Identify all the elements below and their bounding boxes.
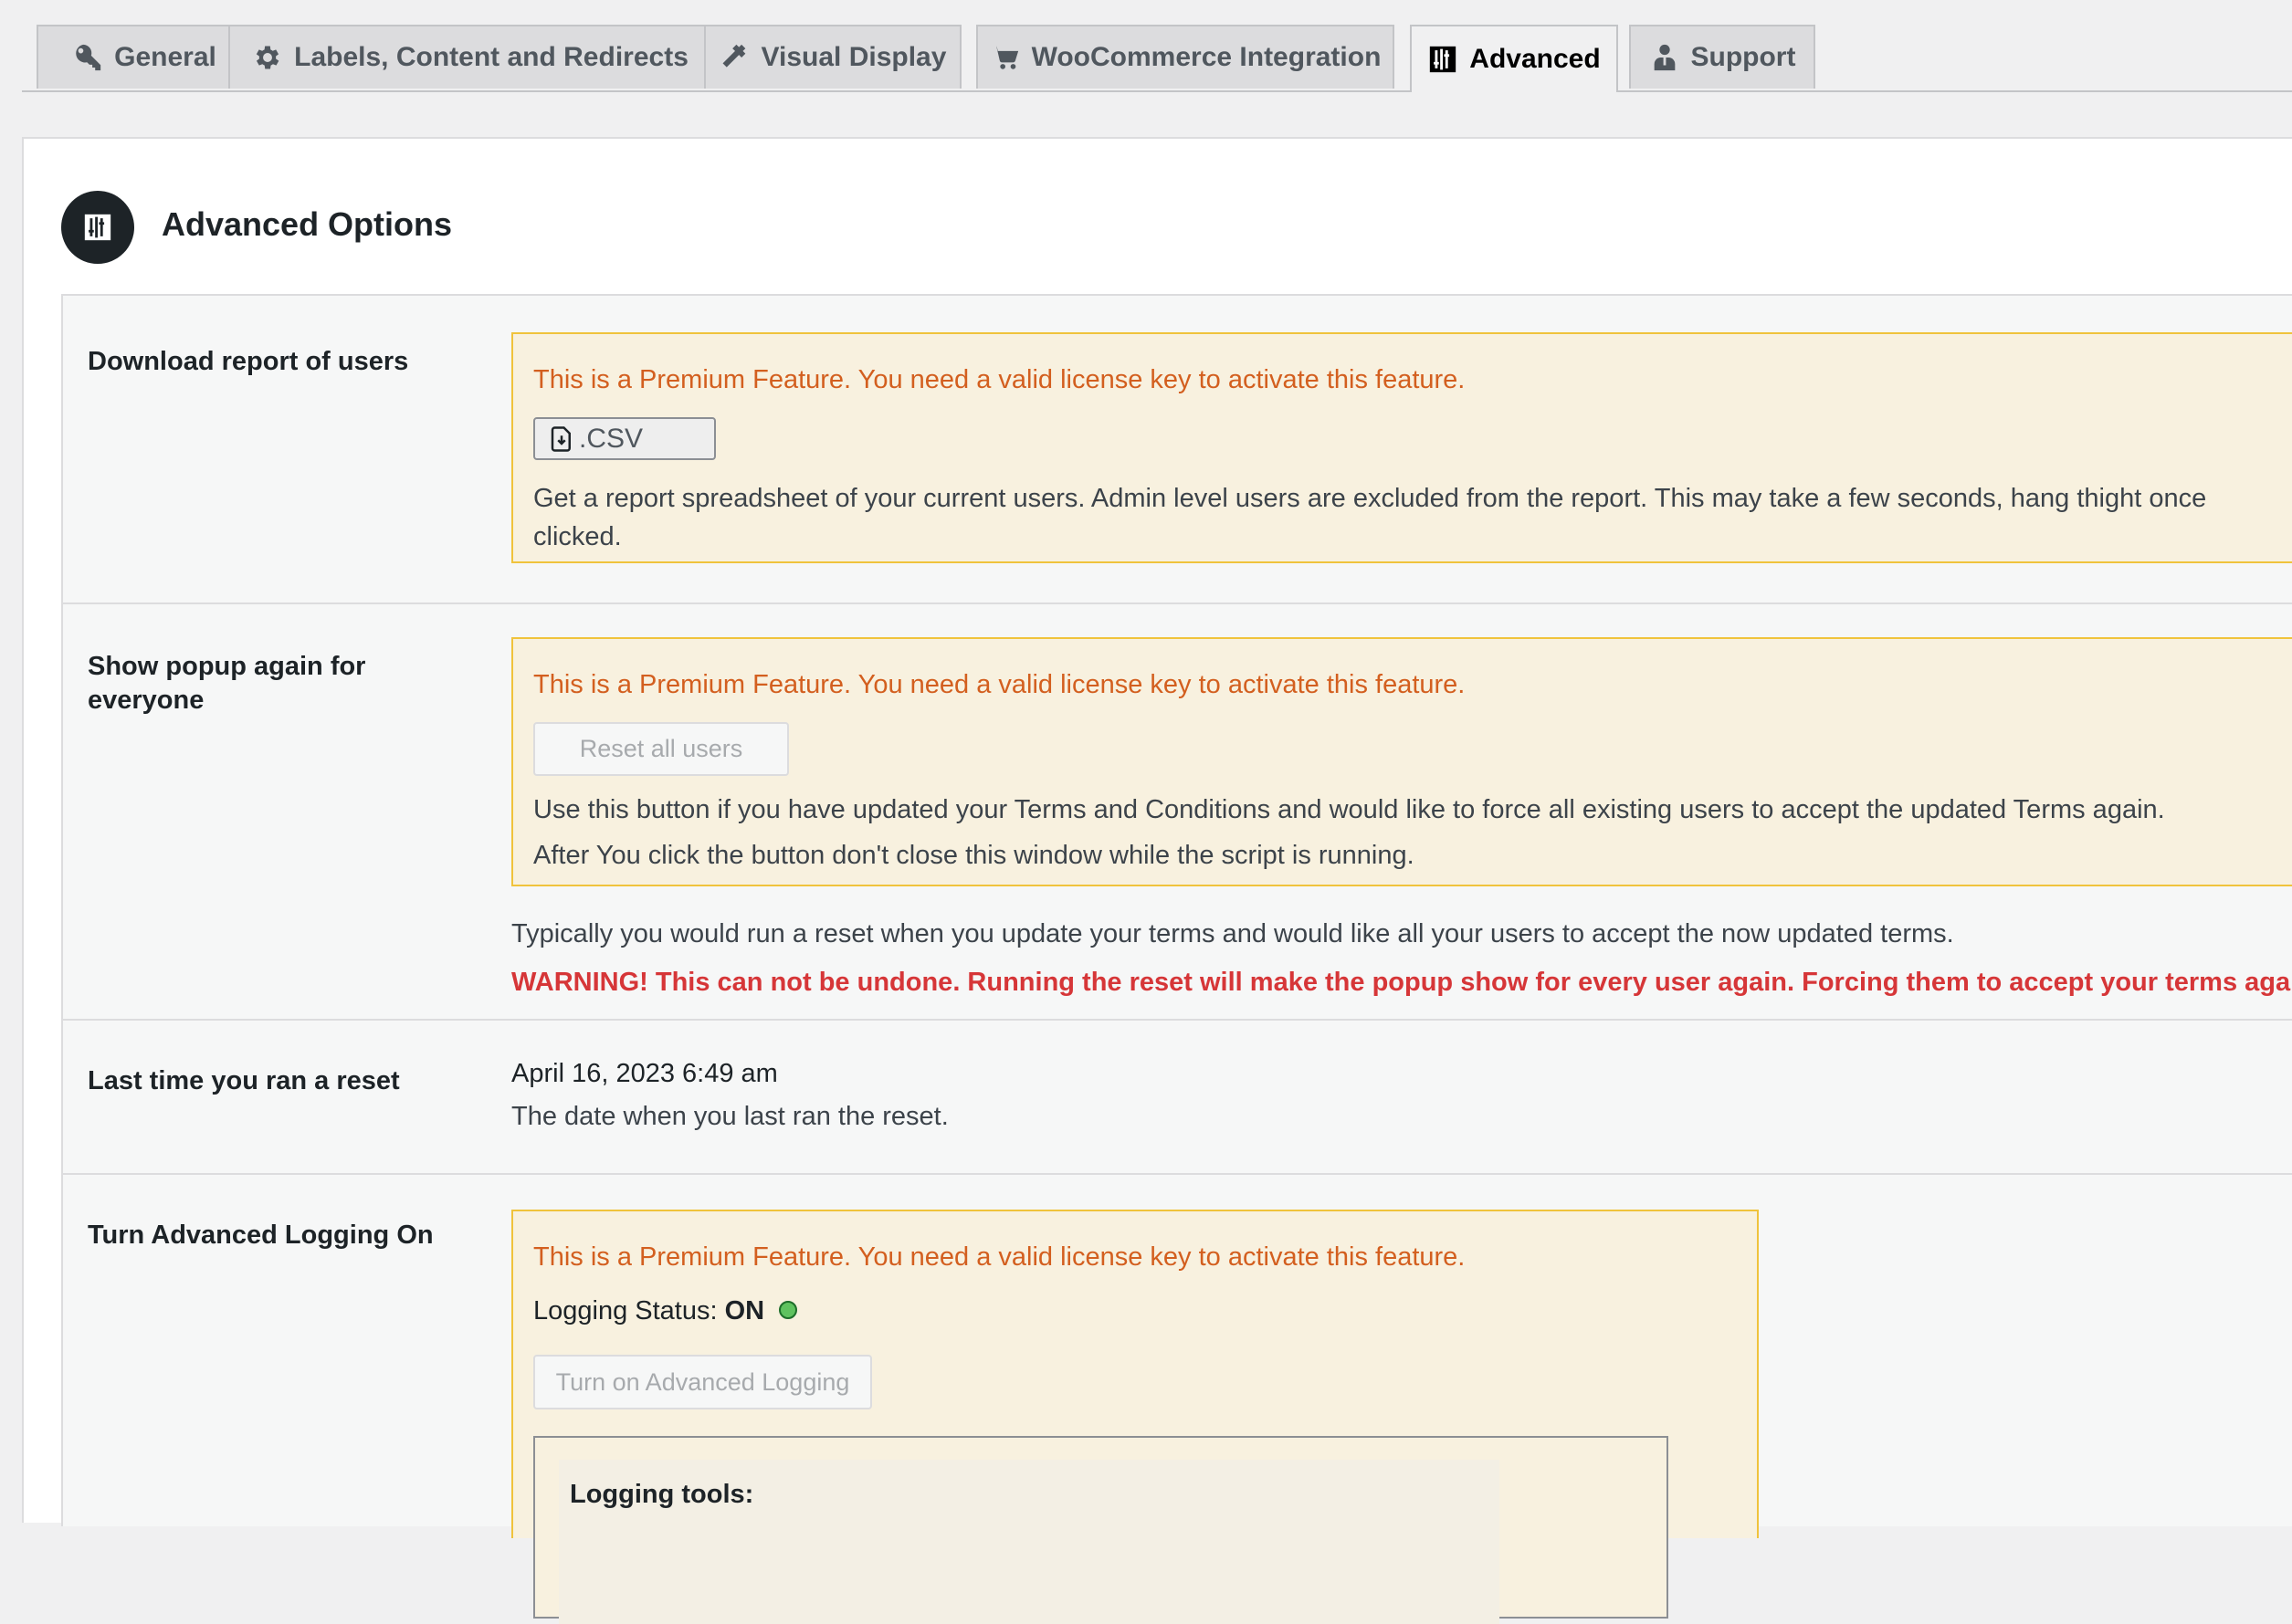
tab-label: Support <box>1690 42 1796 72</box>
last-reset-description: The date when you last ran the reset. <box>511 1102 949 1131</box>
row-show-popup: Show popup again for everyone This is a … <box>63 602 2292 1021</box>
row-label: Turn Advanced Logging On <box>88 1221 434 1250</box>
settings-form: Download report of users This is a Premi… <box>61 294 2292 1624</box>
reset-note: Typically you would run a reset when you… <box>511 919 1954 948</box>
advanced-icon <box>84 214 111 241</box>
key-icon <box>76 44 101 71</box>
premium-notice: This is a Premium Feature. You need a va… <box>511 332 2292 563</box>
reset-description-1: Use this button if you have updated your… <box>533 795 2165 824</box>
advanced-icon <box>1430 46 1456 73</box>
row-label: Show popup again for everyone <box>88 652 366 715</box>
premium-message: This is a Premium Feature. You need a va… <box>533 365 1466 394</box>
tab-woocommerce-integration[interactable]: WooCommerce Integration <box>976 25 1394 89</box>
logging-status-value: ON <box>724 1296 765 1325</box>
tab-advanced[interactable]: Advanced <box>1410 25 1618 92</box>
hammer-icon <box>722 44 745 68</box>
tab-labels-content-redirects[interactable]: Labels, Content and Redirects <box>228 25 712 89</box>
tab-visual-display[interactable]: Visual Display <box>704 25 962 89</box>
tab-label: WooCommerce Integration <box>1031 42 1382 72</box>
turn-on-logging-button[interactable]: Turn on Advanced Logging <box>533 1355 872 1409</box>
button-label: .CSV <box>579 423 644 454</box>
page-title: Advanced Options <box>162 205 453 243</box>
reset-warning: WARNING! This can not be undone. Running… <box>511 968 2292 997</box>
download-report-description: Get a report spreadsheet of your current… <box>533 484 2207 551</box>
reset-description-2: After You click the button don't close t… <box>533 841 1414 870</box>
premium-message: This is a Premium Feature. You need a va… <box>533 1242 1466 1272</box>
logging-status: Logging Status: ON <box>533 1294 798 1327</box>
gear-icon <box>256 46 279 69</box>
reset-all-users-button[interactable]: Reset all users <box>533 722 789 776</box>
advanced-options-icon <box>61 191 134 264</box>
tab-label: Visual Display <box>761 42 947 72</box>
cart-icon <box>992 46 1018 69</box>
row-label: Last time you ran a reset <box>88 1066 400 1095</box>
logging-tools-title: Logging tools: <box>570 1480 754 1509</box>
file-download-icon <box>551 425 571 452</box>
row-label: Download report of users <box>88 347 409 376</box>
tab-general[interactable]: General <box>37 25 252 89</box>
tab-label: General <box>114 42 216 72</box>
logging-tools-box: Logging tools: <box>533 1436 1668 1624</box>
tab-label: Advanced <box>1469 44 1601 74</box>
status-on-indicator <box>779 1301 798 1320</box>
tab-label: Labels, Content and Redirects <box>294 42 689 72</box>
tab-support[interactable]: Support <box>1629 25 1815 89</box>
premium-notice: This is a Premium Feature. You need a va… <box>511 637 2292 886</box>
logging-status-label: Logging Status: <box>533 1296 718 1325</box>
settings-tabs: General Labels, Content and Redirects Vi… <box>22 0 2292 92</box>
person-icon <box>1654 44 1675 71</box>
row-advanced-logging: Turn Advanced Logging On This is a Premi… <box>63 1173 2292 1624</box>
row-download-report: Download report of users This is a Premi… <box>63 296 2292 604</box>
settings-panel: Advanced Options Download report of user… <box>22 137 2292 1624</box>
premium-message: This is a Premium Feature. You need a va… <box>533 670 1466 699</box>
premium-notice: This is a Premium Feature. You need a va… <box>511 1210 1759 1624</box>
last-reset-value: April 16, 2023 6:49 am <box>511 1059 778 1088</box>
row-last-reset: Last time you ran a reset April 16, 2023… <box>63 1019 2292 1175</box>
download-csv-button[interactable]: .CSV <box>533 417 716 460</box>
